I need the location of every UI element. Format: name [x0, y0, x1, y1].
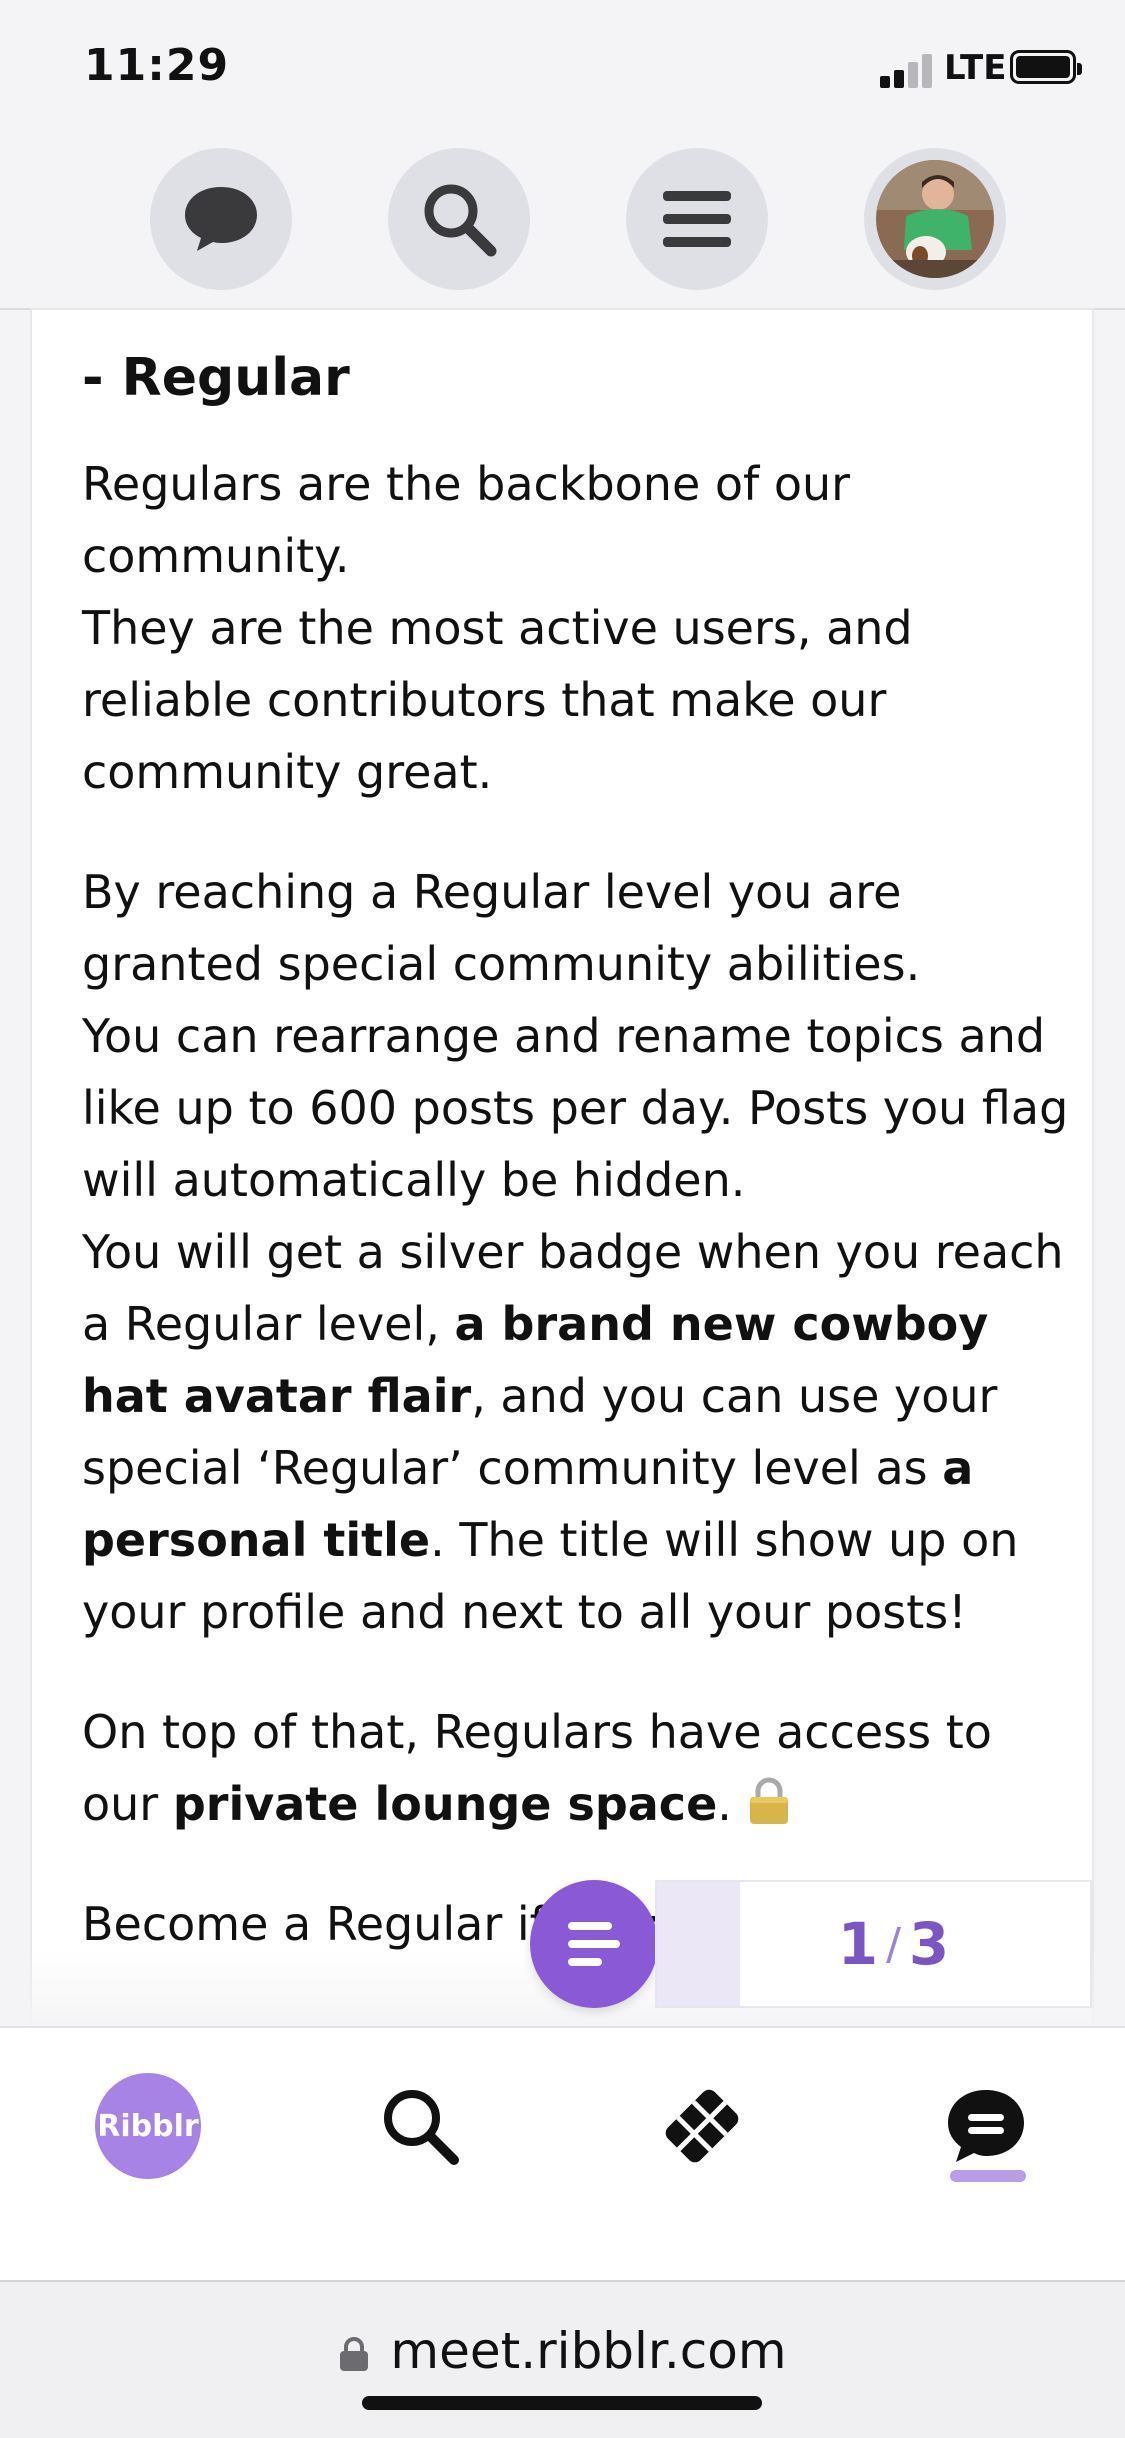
- post-card: - Regular Regulars are the backbone of o…: [32, 310, 1092, 2030]
- chat-tab-button[interactable]: [926, 2066, 1046, 2186]
- user-avatar: [876, 160, 994, 278]
- home-button[interactable]: Ribblr: [88, 2066, 208, 2186]
- progress-counter: 1/3: [657, 1882, 1090, 2006]
- intro-line-1: Regulars are the backbone of our communi…: [82, 457, 851, 583]
- ribblr-logo: Ribblr: [95, 2073, 201, 2179]
- topic-timeline-button[interactable]: [530, 1880, 658, 2008]
- abilities-line-1: By reaching a Regular level you are gran…: [82, 865, 921, 991]
- lounge-highlight: private lounge space: [172, 1777, 718, 1831]
- search-button[interactable]: [388, 148, 530, 290]
- top-navigation: [0, 140, 1125, 310]
- url-text: meet.ribblr.com: [390, 2322, 787, 2380]
- timeline-lines-icon: [568, 1922, 620, 1966]
- total-post-count: 3: [908, 1910, 950, 1978]
- signal-strength-icon: [880, 52, 936, 88]
- status-time: 11:29: [84, 40, 230, 91]
- progress-separator: /: [886, 1918, 901, 1970]
- chat-button[interactable]: [150, 148, 292, 290]
- chat-icon: [948, 2090, 1024, 2162]
- url-display[interactable]: meet.ribblr.com: [0, 2322, 1125, 2380]
- post-body: - Regular Regulars are the backbone of o…: [82, 342, 1072, 2008]
- browser-url-bar[interactable]: meet.ribblr.com: [0, 2280, 1125, 2438]
- abilities-line-2: You can rearrange and rename topics and …: [82, 1009, 1069, 1207]
- search-icon: [384, 2090, 459, 2165]
- post-progress-indicator[interactable]: 1/3: [655, 1880, 1092, 2008]
- chat-bubble-icon: [185, 187, 257, 251]
- search-icon: [424, 184, 497, 257]
- network-label: LTE: [944, 48, 1007, 88]
- battery-icon: [1010, 50, 1082, 84]
- current-post-number: 1: [837, 1910, 879, 1978]
- bottom-navigation: Ribblr: [0, 2026, 1125, 2282]
- bottom-search-button[interactable]: [360, 2066, 480, 2186]
- lounge-text-c: .: [717, 1777, 732, 1831]
- lock-icon: [338, 2326, 370, 2371]
- status-bar: 11:29 LTE: [0, 0, 1125, 140]
- paragraph-lounge: On top of that, Regulars have access to …: [82, 1696, 1072, 1840]
- home-indicator: [362, 2396, 762, 2410]
- patterns-icon: [665, 2089, 739, 2163]
- post-heading: - Regular: [82, 348, 350, 408]
- patterns-button[interactable]: [642, 2066, 762, 2186]
- intro-line-2: They are the most active users, and reli…: [82, 601, 913, 799]
- paragraph-abilities: By reaching a Regular level you are gran…: [82, 856, 1072, 1648]
- paragraph-intro: Regulars are the backbone of our communi…: [82, 448, 1072, 808]
- menu-button[interactable]: [626, 148, 768, 290]
- active-tab-indicator: [950, 2170, 1026, 2182]
- hamburger-menu-icon: [663, 191, 731, 247]
- padlock-emoji-icon: [747, 1774, 791, 1824]
- profile-button[interactable]: [864, 148, 1006, 290]
